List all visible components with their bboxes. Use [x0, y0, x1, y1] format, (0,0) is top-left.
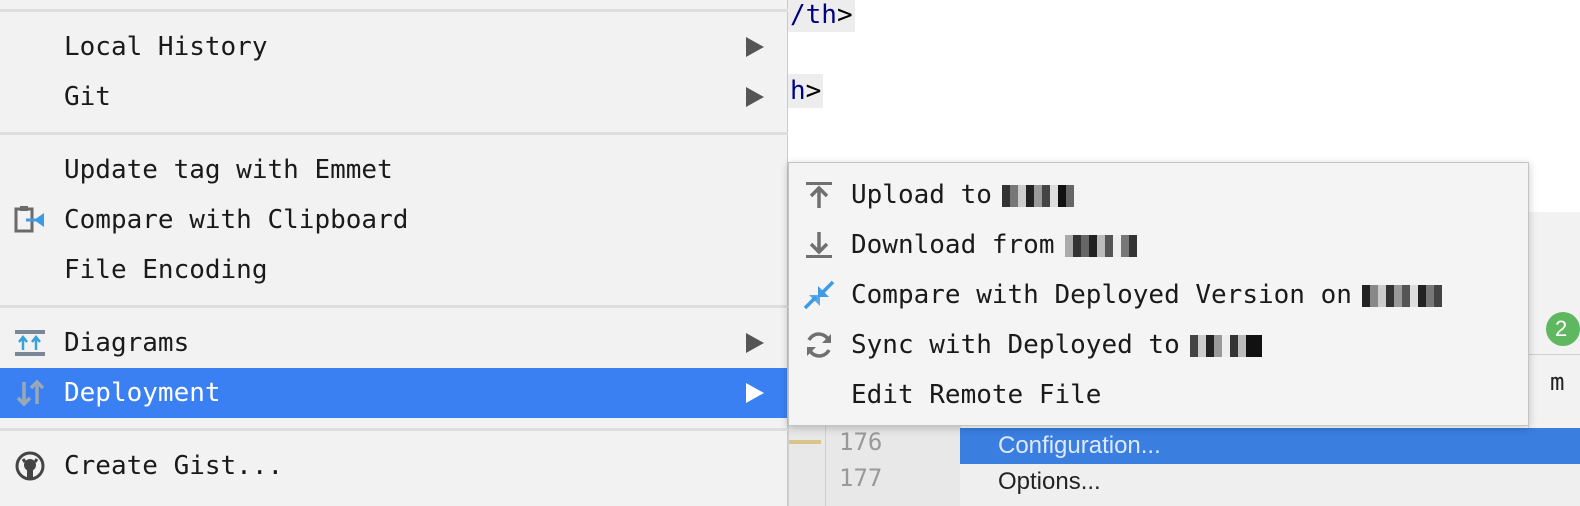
submenu-item-compare-deployed[interactable]: Compare with Deployed Version on: [789, 270, 1528, 320]
menu-item-create-gist[interactable]: Create Gist...: [0, 441, 787, 491]
menu-separator: [0, 9, 788, 12]
diagram-icon: [15, 330, 45, 356]
code-fragment-line1: /th>: [788, 0, 855, 32]
redacted-server-name: [1001, 184, 1074, 207]
deployment-arrows-icon: [16, 379, 45, 407]
menu-item-diagrams[interactable]: Diagrams: [0, 318, 787, 368]
submenu-item-upload[interactable]: Upload to: [789, 170, 1528, 220]
menu-item-git[interactable]: Git: [0, 72, 787, 122]
menu-item-update-tag-emmet[interactable]: Update tag with Emmet: [0, 145, 787, 195]
github-icon: [15, 451, 45, 481]
code-fragment-line2: h>: [788, 74, 824, 108]
sync-icon: [807, 332, 831, 358]
submenu-arrow-icon: [746, 333, 764, 353]
edge-text: m: [1550, 368, 1565, 396]
line-number: 176: [839, 428, 883, 456]
menu-item-options[interactable]: Options...: [960, 464, 1580, 500]
menu-separator: [0, 305, 788, 308]
context-menu: Local History Git Update tag with Emmet …: [0, 0, 788, 506]
redacted-server-name: [1189, 334, 1262, 357]
download-icon: [806, 232, 832, 258]
line-number: 177: [839, 464, 883, 492]
menu-item-configuration[interactable]: Configuration...: [960, 428, 1580, 464]
upload-icon: [806, 182, 832, 208]
submenu-arrow-icon: [746, 37, 764, 57]
submenu-item-sync-deployed[interactable]: Sync with Deployed to: [789, 320, 1528, 370]
menu-separator: [0, 428, 788, 431]
compare-arrows-icon: [803, 280, 835, 310]
submenu-arrow-icon: [746, 383, 764, 403]
menu-item-deployment[interactable]: Deployment: [0, 368, 787, 418]
deployment-submenu: Upload to Download from Compare with Dep…: [788, 162, 1529, 426]
redacted-server-name: [1361, 284, 1442, 307]
notification-badge[interactable]: 2: [1546, 312, 1580, 346]
submenu-item-edit-remote-file[interactable]: Edit Remote File: [789, 370, 1528, 420]
submenu-item-download[interactable]: Download from: [789, 220, 1528, 270]
menu-separator: [0, 132, 788, 135]
redacted-server-name: [1064, 234, 1137, 257]
menu-item-file-encoding[interactable]: File Encoding: [0, 245, 787, 295]
background-menu: Configuration... Options...: [960, 428, 1580, 506]
menu-item-compare-clipboard[interactable]: Compare with Clipboard: [0, 195, 787, 245]
submenu-arrow-icon: [746, 87, 764, 107]
editor-gutter: 176 177: [788, 426, 961, 506]
clipboard-compare-icon: [14, 206, 44, 233]
menu-item-local-history[interactable]: Local History: [0, 22, 787, 72]
